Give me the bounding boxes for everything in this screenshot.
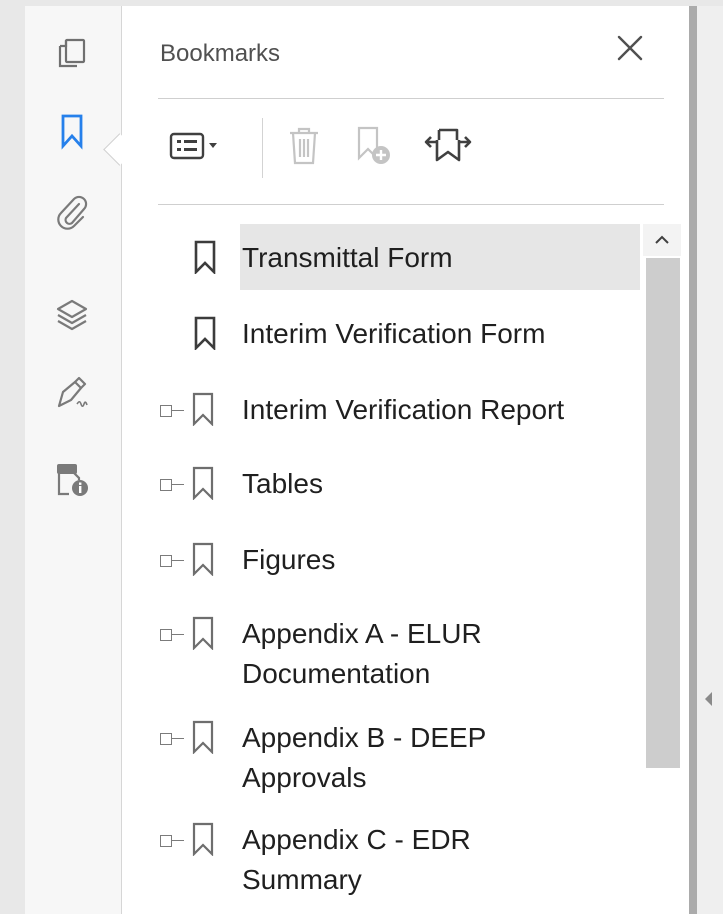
tree-connector: [172, 634, 184, 635]
navigation-rail: [25, 6, 122, 914]
bookmark-item-transmittal-form[interactable]: Transmittal Form: [158, 224, 678, 294]
bookmark-item-appendix-c[interactable]: Appendix C - EDR Summary: [158, 798, 678, 914]
bookmark-item-interim-verification-report[interactable]: Interim Verification Report: [158, 372, 678, 446]
signature-icon[interactable]: [51, 372, 93, 414]
bookmark-item-figures[interactable]: Figures: [158, 520, 678, 596]
new-bookmark-button[interactable]: [348, 121, 400, 171]
options-menu-button[interactable]: [162, 121, 238, 171]
bookmark-icon: [192, 466, 214, 500]
bookmark-label: Appendix A - ELUR: [242, 618, 482, 649]
close-button[interactable]: [610, 28, 650, 68]
delete-icon: [290, 127, 318, 165]
expand-bookmark-button[interactable]: [420, 121, 476, 171]
bookmark-label: Appendix B - DEEP: [242, 722, 487, 753]
expand-toggle[interactable]: [160, 555, 172, 567]
vertical-scrollbar[interactable]: [643, 224, 681, 914]
options-menu-icon: [169, 132, 217, 160]
expand-bookmark-icon: [424, 128, 472, 162]
pages-icon[interactable]: [51, 32, 93, 74]
bookmark-icon: [194, 240, 216, 274]
toolbar-separator: [262, 118, 263, 178]
bookmark-label: Transmittal Form: [242, 242, 453, 273]
bookmark-item-appendix-b[interactable]: Appendix B - DEEP Approvals: [158, 696, 678, 798]
header-divider: [158, 98, 664, 99]
chevron-up-icon: [655, 235, 669, 244]
tree-connector: [172, 738, 184, 739]
attachment-icon[interactable]: [51, 192, 93, 234]
bookmark-item-appendix-a[interactable]: Appendix A - ELUR Documentation: [158, 596, 678, 696]
bookmark-icon: [192, 822, 214, 856]
new-bookmark-icon: [357, 126, 390, 164]
bookmark-label: Figures: [242, 544, 336, 575]
tree-connector: [172, 560, 184, 561]
bookmark-label-line2: Summary: [242, 864, 362, 895]
bookmark-icon: [192, 392, 214, 426]
bookmark-icon[interactable]: [51, 110, 93, 152]
bookmark-label-line2: Approvals: [242, 762, 367, 793]
bookmark-label: Interim Verification Form: [242, 318, 546, 349]
bookmark-icon: [192, 542, 214, 576]
window-frame-left: [0, 0, 25, 914]
expand-toggle[interactable]: [160, 405, 172, 417]
bookmark-icon: [194, 316, 216, 350]
tree-connector: [172, 410, 184, 411]
expand-toggle[interactable]: [160, 479, 172, 491]
close-icon: [617, 35, 643, 61]
bookmark-item-tables[interactable]: Tables: [158, 446, 678, 520]
expand-toggle[interactable]: [160, 733, 172, 745]
bookmark-label: Tables: [242, 468, 323, 499]
bookmark-label: Interim Verification Report: [242, 394, 565, 425]
layers-icon[interactable]: [51, 294, 93, 336]
expand-toggle[interactable]: [160, 629, 172, 641]
security-info-icon[interactable]: [51, 458, 93, 500]
scroll-thumb[interactable]: [646, 258, 680, 768]
panel-splitter[interactable]: [689, 6, 697, 914]
bookmarks-panel: Bookmarks Transmittal Form Interim Verif…: [122, 6, 689, 914]
bookmark-icon: [192, 720, 214, 754]
toolbar-divider: [158, 204, 664, 205]
panel-title: Bookmarks: [160, 40, 281, 67]
scroll-up-button[interactable]: [643, 224, 681, 256]
bookmark-label: Appendix C - EDR: [242, 824, 471, 855]
tree-connector: [172, 484, 184, 485]
delete-button[interactable]: [280, 121, 328, 171]
tree-connector: [172, 840, 184, 841]
bookmark-item-interim-verification-form[interactable]: Interim Verification Form: [158, 296, 678, 372]
collapse-panel-arrow-icon[interactable]: [705, 692, 712, 706]
bookmark-icon: [192, 616, 214, 650]
document-area: [697, 6, 723, 914]
bookmark-label-line2: Documentation: [242, 658, 431, 689]
expand-toggle[interactable]: [160, 835, 172, 847]
